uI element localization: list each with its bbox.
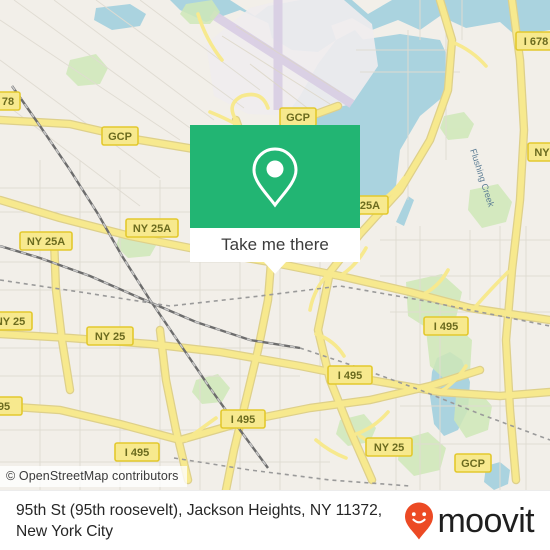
take-me-there-button[interactable]: Take me there — [190, 228, 360, 262]
shield-ny-25a-mid: NY 25A — [125, 218, 179, 238]
svg-text:78: 78 — [2, 96, 14, 108]
shield-ny-25-left: NY 25 — [86, 326, 134, 346]
shield-i-495-right: I 495 — [423, 316, 469, 336]
map-screenshot: Flushing Creek I 678 GCP GCP 78 NY NY 25… — [0, 0, 550, 550]
svg-text:GCP: GCP — [286, 112, 310, 124]
svg-text:NY 25: NY 25 — [95, 331, 125, 343]
shield-i-278-clipped: 78 — [0, 91, 21, 111]
svg-text:95: 95 — [0, 401, 10, 413]
svg-text:I 678: I 678 — [524, 36, 548, 48]
svg-text:I 495: I 495 — [231, 414, 255, 426]
svg-text:I 495: I 495 — [434, 321, 458, 333]
shield-i-495-center: I 495 — [220, 409, 266, 429]
shield-i-495-clipped: 95 — [0, 396, 23, 416]
moovit-wordmark: moovit — [437, 502, 534, 540]
address-line-1: 95th St (95th roosevelt), Jackson Height… — [16, 502, 332, 519]
shield-ny-25-bottomright: NY 25 — [365, 437, 413, 457]
svg-text:NY 25: NY 25 — [374, 442, 404, 454]
shield-ny-25a-left: NY 25A — [19, 231, 73, 251]
shield-i-678: I 678 — [515, 31, 550, 51]
svg-text:I 495: I 495 — [125, 447, 149, 459]
svg-text:I 495: I 495 — [338, 370, 362, 382]
shield-ny-clipped: NY — [527, 142, 550, 162]
moovit-pin-smiley-icon — [405, 502, 434, 540]
shield-i-495-bottomleft: I 495 — [114, 442, 160, 462]
shield-gcp-top: GCP — [279, 107, 317, 127]
svg-text:GCP: GCP — [108, 131, 132, 143]
svg-text:25A: 25A — [360, 200, 380, 212]
svg-text:NY: NY — [534, 147, 550, 159]
shield-gcp-bottomright: GCP — [454, 453, 492, 473]
footer-bar: 95th St (95th roosevelt), Jackson Height… — [0, 490, 550, 550]
svg-text:NY 25A: NY 25A — [27, 236, 65, 248]
location-popup[interactable]: Take me there — [190, 125, 360, 274]
map-pin-icon — [252, 146, 298, 208]
svg-text:GCP: GCP — [461, 458, 485, 470]
osm-attribution[interactable]: © OpenStreetMap contributors — [0, 466, 187, 487]
svg-text:NY 25A: NY 25A — [133, 223, 171, 235]
popup-pointer — [264, 262, 286, 274]
address-block: 95th St (95th roosevelt), Jackson Height… — [0, 500, 403, 542]
shield-i-495-midright: I 495 — [327, 365, 373, 385]
svg-text:NY 25: NY 25 — [0, 316, 25, 328]
shield-ny-25-clipped: NY 25 — [0, 311, 33, 331]
shield-gcp-left: GCP — [101, 126, 139, 146]
popup-header — [190, 125, 360, 228]
moovit-brand[interactable]: moovit — [403, 501, 550, 541]
